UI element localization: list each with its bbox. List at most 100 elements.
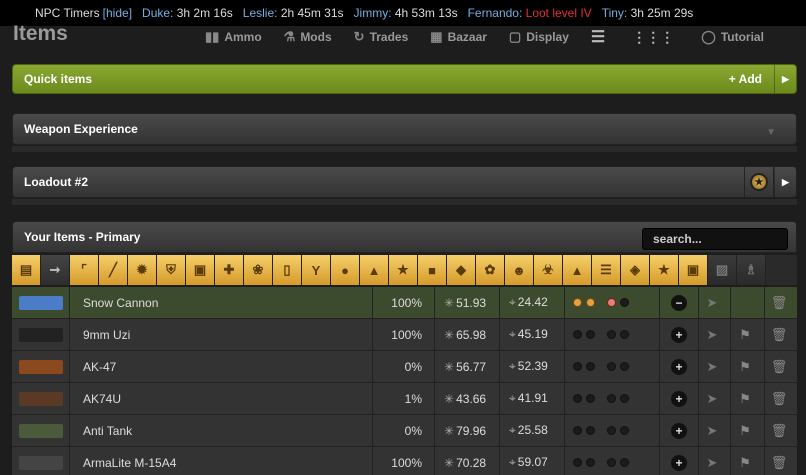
- grid-view-button[interactable]: ⋮⋮⋮: [632, 29, 679, 46]
- equip-button[interactable]: +: [671, 423, 687, 439]
- jewelry-category-icon[interactable]: ◆: [447, 255, 476, 285]
- trash-icon[interactable]: 🗑︎: [771, 423, 788, 439]
- mod-slot[interactable]: [586, 426, 595, 435]
- equip-button[interactable]: −: [671, 295, 687, 311]
- mods-link[interactable]: ⚗ Mods: [284, 29, 332, 45]
- tag-icon[interactable]: ⚑: [737, 423, 753, 439]
- npc-entry-fernando[interactable]: Fernando: Loot level IV: [468, 6, 592, 20]
- equip-button[interactable]: +: [671, 359, 687, 375]
- car-category-icon[interactable]: ▨: [708, 255, 737, 285]
- temporary-category-icon[interactable]: ✹: [128, 255, 157, 285]
- clothing-category-icon[interactable]: ▣: [186, 255, 215, 285]
- mod-slot[interactable]: [607, 330, 616, 339]
- mod-slot[interactable]: [607, 394, 616, 403]
- melee-category-icon[interactable]: ╱: [99, 255, 128, 285]
- table-row[interactable]: ArmaLite M-15A4 100% ✳ 70.28 ⌖ 59.07 + ➤ ⚑ 🗑︎: [12, 447, 797, 475]
- tag-icon[interactable]: ⚑: [737, 391, 753, 407]
- mod-slot[interactable]: [620, 458, 629, 467]
- medical-category-icon[interactable]: ✚: [215, 255, 244, 285]
- tag-icon[interactable]: ⚑: [737, 359, 753, 375]
- item-thumbnail[interactable]: [12, 351, 70, 382]
- mod-slot[interactable]: [586, 362, 595, 371]
- item-name[interactable]: AK-47: [83, 360, 116, 374]
- mod-slot[interactable]: [607, 362, 616, 371]
- quick-items-panel[interactable]: Quick items + Add ▶: [12, 64, 797, 94]
- loadout-panel[interactable]: Loadout #2 ★ ▶: [12, 166, 797, 198]
- mod-slot[interactable]: [573, 330, 582, 339]
- trophy-category-icon[interactable]: ♗: [737, 255, 766, 285]
- enhancer-category-icon[interactable]: ▣: [679, 255, 708, 285]
- booster-category-icon[interactable]: ▲: [360, 255, 389, 285]
- supply-pack-category-icon[interactable]: ▲: [563, 255, 592, 285]
- mod-slot[interactable]: [573, 426, 582, 435]
- ammo-link[interactable]: ▮▮ Ammo: [205, 29, 262, 45]
- search-input[interactable]: [642, 228, 788, 250]
- tag-icon[interactable]: ⚑: [737, 327, 753, 343]
- flower-category-icon[interactable]: ✿: [476, 255, 505, 285]
- trash-icon[interactable]: 🗑︎: [771, 327, 788, 343]
- item-name[interactable]: AK74U: [83, 392, 121, 406]
- mod-slot[interactable]: [586, 330, 595, 339]
- equip-button[interactable]: +: [671, 327, 687, 343]
- item-name[interactable]: 9mm Uzi: [83, 328, 130, 342]
- mod-slot[interactable]: [620, 426, 629, 435]
- special-category-icon[interactable]: ★: [389, 255, 418, 285]
- equip-button[interactable]: +: [671, 391, 687, 407]
- mod-slot[interactable]: [586, 458, 595, 467]
- item-name[interactable]: ArmaLite M-15A4: [83, 456, 176, 470]
- send-icon[interactable]: ➤: [704, 327, 720, 343]
- weapon-experience-panel[interactable]: Weapon Experience ▼: [12, 113, 797, 145]
- plushie-category-icon[interactable]: ☻: [505, 255, 534, 285]
- mod-slot[interactable]: [607, 426, 616, 435]
- npc-hide-link[interactable]: [hide]: [103, 6, 132, 20]
- trash-icon[interactable]: 🗑︎: [771, 295, 788, 311]
- primary-category-icon[interactable]: ➞: [41, 255, 70, 285]
- energy-drink-category-icon[interactable]: ▯: [273, 255, 302, 285]
- add-quick-item-button[interactable]: + Add: [729, 72, 762, 86]
- table-row[interactable]: AK-47 0% ✳ 56.77 ⌖ 52.39 + ➤ ⚑ 🗑︎: [12, 351, 797, 383]
- star-category-icon[interactable]: ★: [650, 255, 679, 285]
- mod-slot[interactable]: [586, 298, 595, 307]
- send-icon[interactable]: ➤: [704, 295, 720, 311]
- loadout-arrow-icon[interactable]: ▶: [774, 167, 796, 197]
- tutorial-link[interactable]: ◯ Tutorial: [701, 29, 764, 45]
- hazard-category-icon[interactable]: ☣: [534, 255, 563, 285]
- item-thumbnail[interactable]: [12, 415, 70, 446]
- mod-slot[interactable]: [620, 298, 629, 307]
- mod-slot[interactable]: [586, 394, 595, 403]
- trash-icon[interactable]: 🗑︎: [771, 391, 788, 407]
- mod-slot[interactable]: [573, 458, 582, 467]
- table-row[interactable]: Snow Cannon 100% ✳ 51.93 ⌖ 24.42 − ➤ 🗑︎: [12, 287, 797, 319]
- artifact-category-icon[interactable]: ◈: [621, 255, 650, 285]
- mod-slot[interactable]: [620, 362, 629, 371]
- mod-slot[interactable]: [573, 362, 582, 371]
- trash-icon[interactable]: 🗑︎: [771, 455, 788, 471]
- folder-category-icon[interactable]: ▤: [12, 255, 41, 285]
- table-row[interactable]: AK74U 1% ✳ 43.66 ⌖ 41.91 + ➤ ⚑ 🗑︎: [12, 383, 797, 415]
- mod-slot[interactable]: [620, 330, 629, 339]
- alcohol-category-icon[interactable]: Y: [302, 255, 331, 285]
- item-thumbnail[interactable]: [12, 319, 70, 350]
- npc-entry-duke[interactable]: Duke: 3h 2m 16s: [142, 6, 233, 20]
- mod-slot[interactable]: [620, 394, 629, 403]
- mod-slot[interactable]: [573, 394, 582, 403]
- mod-slot[interactable]: [573, 298, 582, 307]
- list-view-button[interactable]: ☰: [591, 27, 610, 47]
- item-name[interactable]: Anti Tank: [83, 424, 132, 438]
- npc-entry-jimmy[interactable]: Jimmy: 4h 53m 13s: [354, 6, 458, 20]
- defensive-category-icon[interactable]: ⛨: [157, 255, 186, 285]
- send-icon[interactable]: ➤: [704, 391, 720, 407]
- secondary-category-icon[interactable]: ⌜: [70, 255, 99, 285]
- mod-slot[interactable]: [607, 458, 616, 467]
- loadout-badge[interactable]: ★: [744, 167, 774, 197]
- display-link[interactable]: ▢ Display: [509, 29, 569, 45]
- trades-link[interactable]: ↻ Trades: [354, 29, 409, 45]
- chevron-down-icon[interactable]: ▼: [766, 127, 776, 138]
- candy-category-icon[interactable]: ●: [331, 255, 360, 285]
- npc-entry-tiny[interactable]: Tiny: 3h 25m 29s: [602, 6, 694, 20]
- bazaar-link[interactable]: ▦ Bazaar: [430, 29, 487, 45]
- item-thumbnail[interactable]: [12, 287, 70, 318]
- equip-button[interactable]: +: [671, 455, 687, 471]
- mod-slot[interactable]: [607, 298, 616, 307]
- item-thumbnail[interactable]: [12, 383, 70, 414]
